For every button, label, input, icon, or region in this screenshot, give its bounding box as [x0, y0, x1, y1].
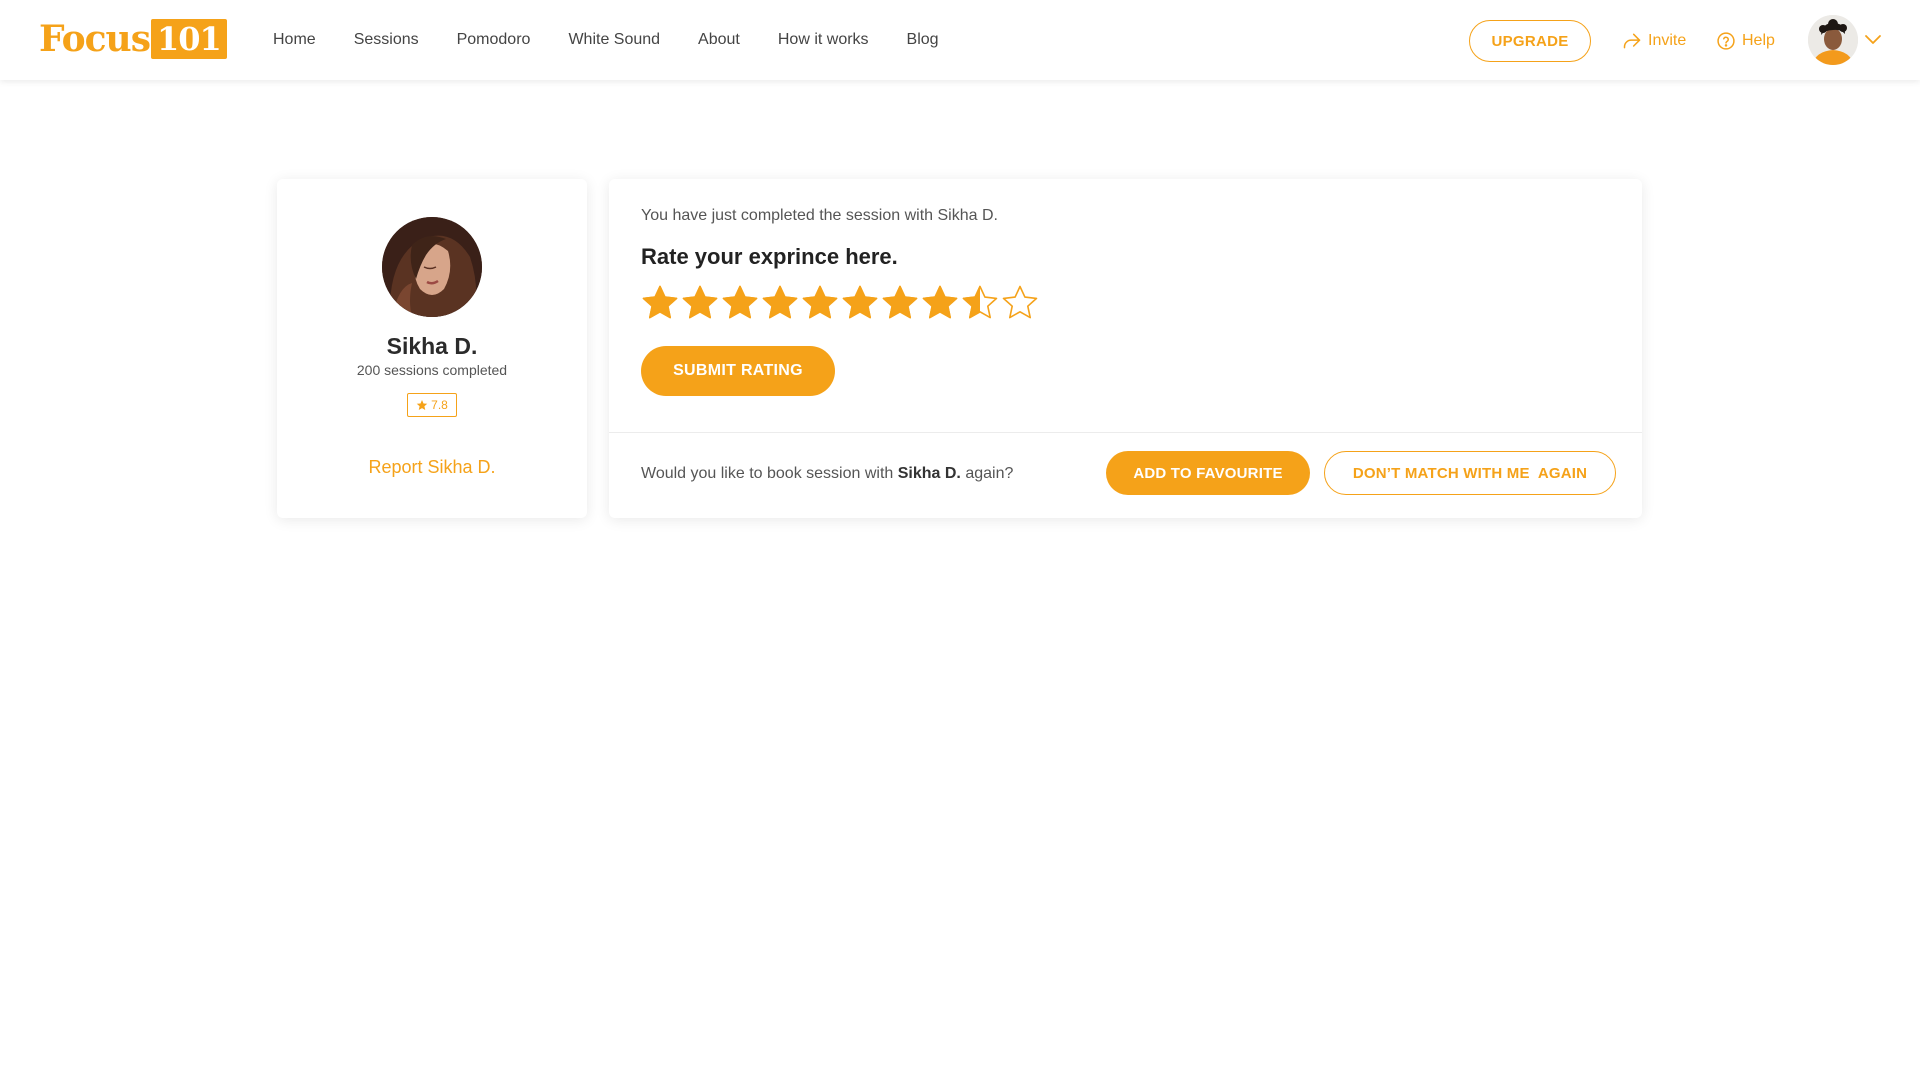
- dont-match-again-button[interactable]: DON’T MATCH WITH ME AGAIN: [1324, 451, 1616, 495]
- rate-experience-heading: Rate your exprince here.: [641, 244, 898, 269]
- help-label: Help: [1742, 32, 1775, 49]
- star-8-icon[interactable]: [920, 283, 960, 323]
- top-navigation-bar: Focus 101 Home Sessions Pomodoro White So…: [0, 0, 1920, 80]
- nav-blog[interactable]: Blog: [907, 31, 939, 49]
- star-4-icon[interactable]: [760, 283, 800, 323]
- invite-link[interactable]: Invite: [1622, 26, 1686, 56]
- partner-rating-badge: 7.8: [407, 393, 457, 417]
- rebook-prefix: Would you like to book session with: [641, 465, 894, 482]
- help-link[interactable]: Help: [1716, 26, 1775, 56]
- star-2-icon[interactable]: [680, 283, 720, 323]
- star-1-icon[interactable]: [640, 283, 680, 323]
- partner-profile-card: Sikha D. 200 sessions completed 7.8 Repo…: [277, 179, 587, 518]
- report-user-link[interactable]: Report Sikha D.: [277, 457, 587, 478]
- sessions-completed-count: 200 sessions completed: [356, 362, 508, 378]
- question-circle-icon: [1717, 32, 1735, 50]
- upgrade-button[interactable]: UPGRADE: [1469, 20, 1591, 62]
- submit-rating-button[interactable]: SUBMIT RATING: [641, 346, 835, 396]
- focus101-logo[interactable]: Focus 101: [39, 17, 227, 61]
- nav-sessions[interactable]: Sessions: [354, 31, 419, 49]
- star-5-icon[interactable]: [800, 283, 840, 323]
- partner-rating-value: 7.8: [431, 398, 448, 412]
- rebook-partner-name: Sikha D.: [897, 465, 961, 482]
- star-9-icon[interactable]: [960, 283, 1000, 323]
- nav-how-it-works[interactable]: How it works: [778, 31, 869, 49]
- nav-about[interactable]: About: [698, 31, 740, 49]
- session-rating-card: You have just completed the session with…: [609, 179, 1642, 518]
- star-rating-input[interactable]: [640, 283, 1040, 323]
- user-avatar[interactable]: [1808, 15, 1858, 65]
- nav-home[interactable]: Home: [273, 31, 316, 49]
- section-divider: [609, 432, 1642, 433]
- partner-name: Sikha D.: [386, 333, 478, 359]
- star-3-icon[interactable]: [720, 283, 760, 323]
- star-icon: [416, 400, 428, 410]
- add-to-favourite-button[interactable]: ADD TO FAVOURITE: [1106, 451, 1310, 495]
- logo-text: Focus: [39, 18, 151, 60]
- rebook-question: Would you like to book session with Sikh…: [641, 465, 1013, 483]
- star-10-icon[interactable]: [1000, 283, 1040, 323]
- session-completed-text: You have just completed the session with…: [641, 207, 998, 224]
- logo-number: 101: [150, 19, 227, 59]
- invite-label: Invite: [1648, 32, 1687, 49]
- chevron-down-icon[interactable]: [1864, 32, 1882, 46]
- main-nav: Home Sessions Pomodoro White Sound About…: [273, 0, 977, 80]
- star-6-icon[interactable]: [840, 283, 880, 323]
- partner-avatar: [382, 217, 482, 317]
- star-7-icon[interactable]: [880, 283, 920, 323]
- rebook-suffix: again?: [965, 465, 1014, 482]
- nav-pomodoro[interactable]: Pomodoro: [457, 31, 531, 49]
- share-arrow-icon: [1623, 33, 1641, 49]
- nav-white-sound[interactable]: White Sound: [568, 31, 660, 49]
